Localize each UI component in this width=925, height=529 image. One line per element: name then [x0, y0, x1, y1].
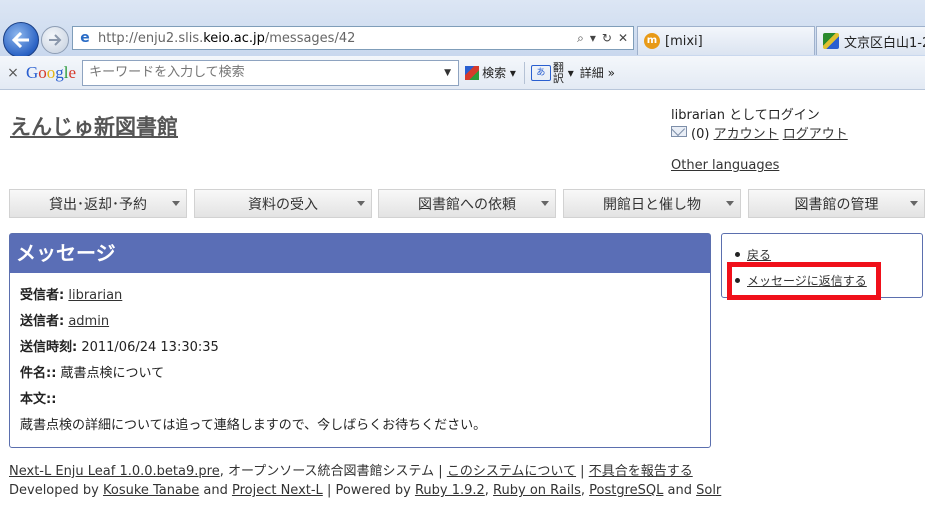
- sender-link[interactable]: admin: [68, 314, 109, 329]
- solr-link[interactable]: Solr: [696, 483, 721, 498]
- tab-label: [mixi]: [665, 33, 703, 49]
- menu-acquisition[interactable]: 資料の受入: [194, 189, 372, 218]
- back-button[interactable]: [3, 22, 39, 58]
- google-toolbar: × Google ▼ 検索 ▾ あ 翻 訳 ▾ 詳細 »: [0, 56, 925, 90]
- version-link[interactable]: Next-L Enju Leaf 1.0.0.beta9.pre: [9, 464, 220, 479]
- browser-chrome: e http://enju2.slis.keio.ac.jp/messages/…: [0, 0, 925, 58]
- subject: 蔵書点検について: [60, 366, 165, 381]
- sidebar-item-back: 戻る: [735, 246, 771, 263]
- dropdown-arrow-icon: [541, 201, 549, 206]
- menu-events[interactable]: 開館日と催し物: [563, 189, 741, 218]
- message-count: (0): [691, 127, 710, 142]
- login-status: librarian としてログイン: [671, 108, 820, 123]
- user-box: librarian としてログイン (0) アカウント ログアウト: [671, 106, 848, 144]
- ie-page-icon: e: [80, 30, 90, 46]
- more-button[interactable]: 詳細 »: [580, 64, 615, 81]
- tab-mixi[interactable]: m [mixi]: [637, 26, 815, 55]
- author-link[interactable]: Kosuke Tanabe: [103, 483, 199, 498]
- address-bar[interactable]: e http://enju2.slis.keio.ac.jp/messages/…: [72, 26, 634, 50]
- message-body: 蔵書点検の詳細については追って連絡しますので、今しばらくお待ちください。: [20, 418, 487, 433]
- subject-row: 件名:: 蔵書点検について: [20, 366, 165, 381]
- footer: Next-L Enju Leaf 1.0.0.beta9.pre, オープンソー…: [9, 464, 722, 498]
- arrow-right-icon: [49, 34, 62, 46]
- map-icon: [823, 33, 839, 49]
- mail-icon[interactable]: [671, 126, 687, 137]
- back-link[interactable]: 戻る: [747, 248, 771, 262]
- chevron-down-icon[interactable]: ▾: [590, 31, 596, 46]
- chevron-down-icon[interactable]: ▼: [444, 68, 458, 78]
- about-link[interactable]: このシステムについて: [447, 464, 576, 479]
- dropdown-arrow-icon: [357, 201, 365, 206]
- other-languages-link[interactable]: Other languages: [671, 158, 779, 173]
- body-label-row: 本文::: [20, 392, 57, 407]
- menu-administration[interactable]: 図書館の管理: [748, 189, 925, 218]
- ruby-link[interactable]: Ruby 1.9.2: [415, 483, 485, 498]
- sender-row: 送信者: admin: [20, 314, 110, 329]
- menu-requests[interactable]: 図書館への依頼: [378, 189, 556, 218]
- search-button[interactable]: 検索 ▾: [465, 64, 516, 81]
- recipient-row: 受信者: librarian: [20, 288, 123, 303]
- highlight-box: [727, 262, 881, 300]
- dropdown-arrow-icon: [726, 201, 734, 206]
- close-icon[interactable]: ✕: [618, 31, 628, 46]
- logout-link[interactable]: ログアウト: [783, 127, 848, 142]
- tab-map[interactable]: 文京区白山1-20: [816, 26, 925, 55]
- tab-label: 文京区白山1-20: [844, 35, 925, 51]
- translate-icon: あ: [530, 64, 551, 81]
- message-heading: メッセージ: [10, 234, 710, 273]
- project-link[interactable]: Project Next-L: [232, 483, 323, 498]
- address-url[interactable]: http://enju2.slis.keio.ac.jp/messages/42: [98, 31, 577, 46]
- message-panel: メッセージ 受信者: librarian 送信者: admin 送信時刻: 20…: [9, 233, 711, 448]
- dropdown-arrow-icon: [172, 201, 180, 206]
- mixi-icon: m: [644, 33, 660, 49]
- google-search-box[interactable]: ▼: [82, 59, 460, 86]
- toolbar-close-button[interactable]: ×: [0, 65, 26, 81]
- recipient-link[interactable]: librarian: [68, 288, 122, 303]
- sent-at-row: 送信時刻: 2011/06/24 13:30:35: [20, 340, 219, 355]
- refresh-icon[interactable]: ↻: [602, 31, 612, 46]
- arrow-left-icon: [12, 32, 29, 48]
- forward-button[interactable]: [41, 26, 69, 54]
- sent-at: 2011/06/24 13:30:35: [81, 340, 219, 355]
- search-icon[interactable]: ⌕: [577, 31, 584, 46]
- menu-circulation[interactable]: 貸出･返却･予約: [9, 189, 187, 218]
- translate-button[interactable]: あ 翻 訳 ▾: [530, 62, 574, 84]
- site-title-link[interactable]: えんじゅ新図書館: [10, 111, 178, 141]
- google-search-input[interactable]: [83, 64, 445, 81]
- rails-link[interactable]: Ruby on Rails: [493, 483, 581, 498]
- account-link[interactable]: アカウント: [714, 127, 779, 142]
- bullet-icon: [735, 252, 740, 257]
- google-icon: [465, 65, 480, 80]
- toolbar-divider: [523, 61, 525, 84]
- report-bug-link[interactable]: 不具合を報告する: [589, 464, 693, 479]
- google-logo: Google: [26, 62, 77, 82]
- postgresql-link[interactable]: PostgreSQL: [589, 483, 663, 498]
- dropdown-arrow-icon: [910, 201, 918, 206]
